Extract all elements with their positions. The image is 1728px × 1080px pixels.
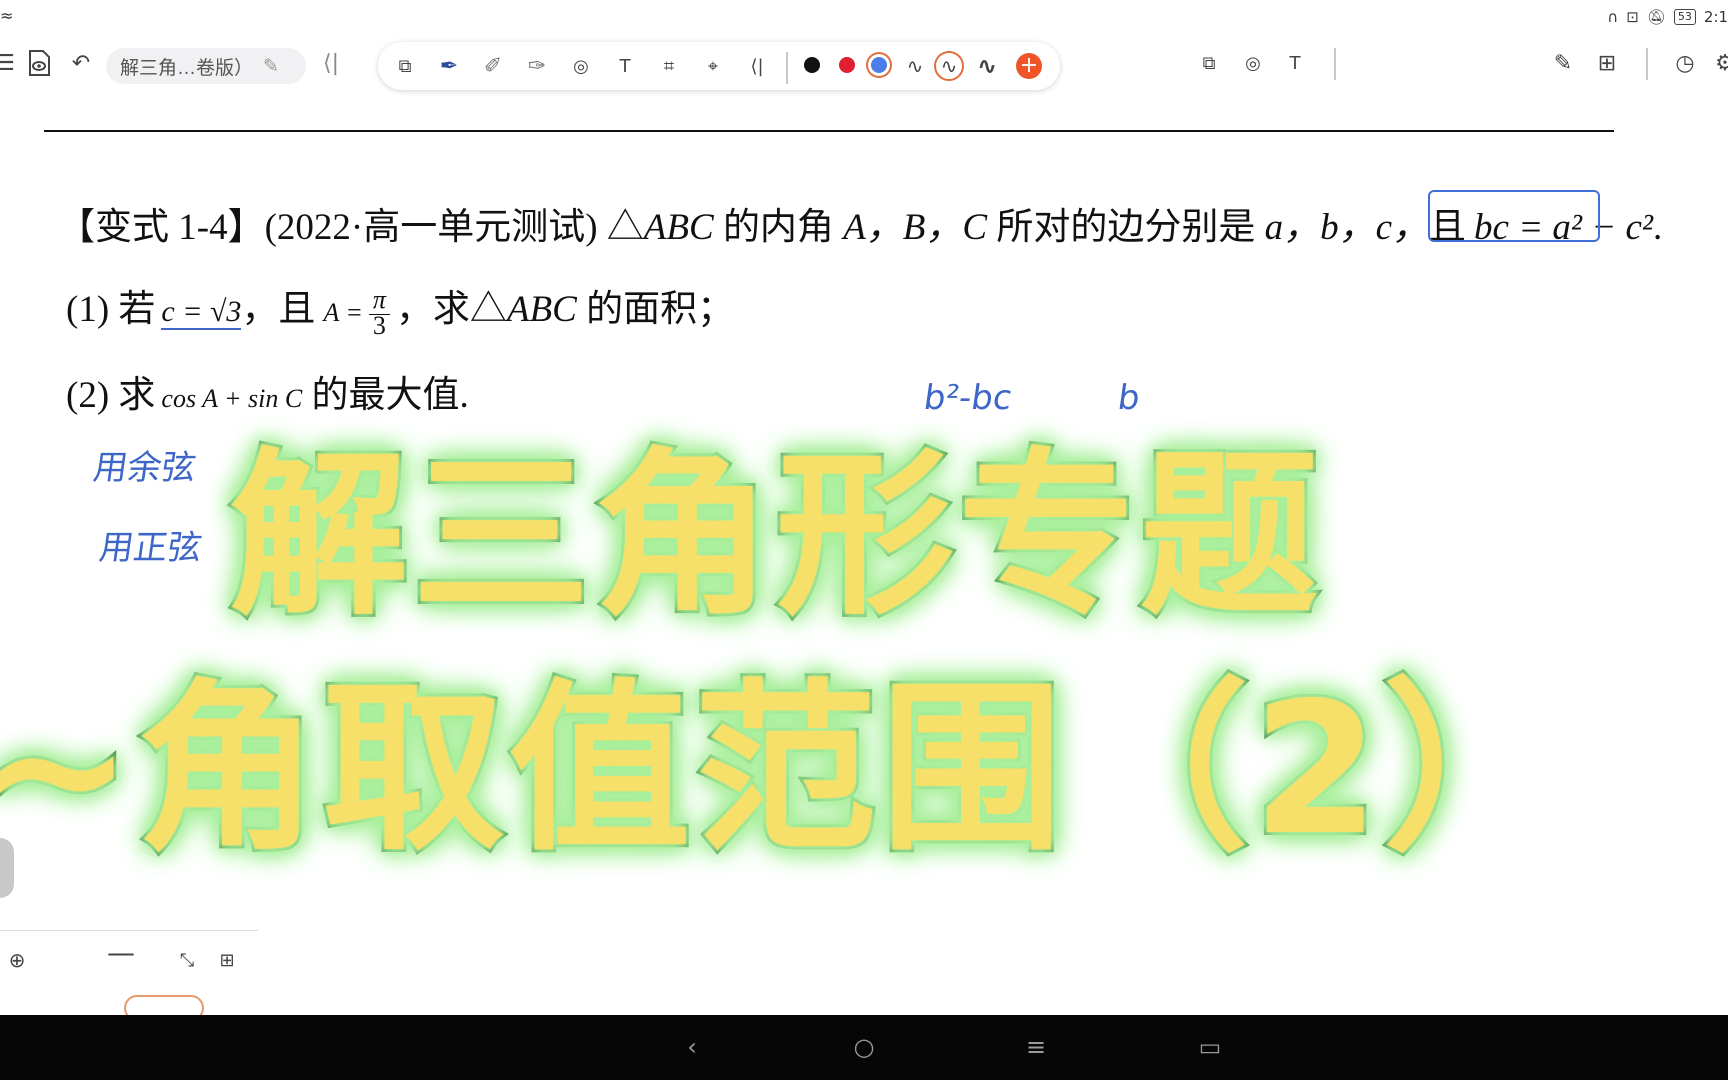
question-part-1: (1) 若c = √3，且 A = π 3 ，求△ABC 的面积； — [66, 278, 734, 339]
add-color-icon[interactable]: + — [1016, 53, 1042, 79]
document-top-rule — [44, 130, 1614, 132]
part1-triangle: ABC — [506, 289, 577, 330]
part1-end: 的面积； — [576, 289, 735, 330]
question-rest: 的内角 — [713, 207, 844, 248]
minimize-bar-icon[interactable]: — — [104, 935, 138, 969]
question-sides-text: 所对的边分别是 — [987, 207, 1265, 248]
equation-highlight-box[interactable] — [1428, 190, 1600, 242]
pi-over-3-fraction: π3 — [368, 284, 390, 340]
part2-prefix: (2) 求 — [66, 375, 156, 416]
headphones-icon: ∩ — [1607, 8, 1619, 26]
select-lasso-icon-2[interactable]: ⧉ — [1192, 46, 1226, 80]
color-red-swatch[interactable] — [839, 57, 855, 73]
handwritten-note-sine: 用正弦 — [96, 528, 205, 568]
zoom-in-icon[interactable]: ⊕ — [0, 943, 34, 977]
part1-suffix: ，求△ — [395, 289, 507, 330]
eraser-icon[interactable]: ◎ — [564, 49, 598, 83]
toolbar: ☰ ↶ 解三角…卷版） ✎ ⟨| ⧉ ✒ ✐ ✑ ◎ T ⌗ ⌖ ⟨| ∿ ∿ … — [0, 36, 1728, 92]
color-blue-swatch[interactable] — [871, 57, 887, 73]
nav-menu-button[interactable]: ≡ — [1018, 1029, 1054, 1065]
battery-level: 53 — [1673, 9, 1696, 25]
video-title-line-2: ~角取值范围（2） — [0, 660, 1570, 878]
clock-time: 2:1 — [1703, 8, 1728, 26]
question-period: . — [1652, 207, 1663, 248]
angle-names: A，B，C — [843, 207, 988, 248]
image-icon[interactable]: ⌗ — [652, 49, 686, 83]
nav-home-button[interactable]: ○ — [846, 1029, 882, 1065]
nav-back-button[interactable]: ‹ — [674, 1029, 710, 1065]
collapse-panel-icon[interactable]: ⟨| — [740, 49, 774, 83]
system-navigation-bar: ‹ ○ ≡ ▭ — [0, 1015, 1728, 1080]
part1-c-value: c = √3 — [161, 295, 242, 330]
question-header: 【变式 1-4】(2022·高一单元测试) △ — [58, 207, 644, 248]
page-mini-panel: ⊕ — ⤡ ⊞ — [0, 930, 258, 1021]
document-title-pill[interactable]: 解三角…卷版） ✎ — [106, 48, 306, 84]
laser-pointer-icon[interactable]: ⌖ — [696, 49, 730, 83]
nav-recents-button[interactable]: ▭ — [1192, 1029, 1228, 1065]
handwritten-note-cosine: 用余弦 — [90, 448, 199, 488]
history-clock-icon[interactable]: ◷ — [1668, 46, 1702, 80]
screenshot-icon: ⊡ — [1626, 8, 1639, 26]
part1-prefix: (1) 若 — [66, 289, 156, 330]
stroke-thin-icon[interactable]: ∿ — [898, 49, 932, 83]
shrink-icon[interactable]: ⤡ — [170, 943, 204, 977]
pencil-icon[interactable]: ✐ — [476, 49, 510, 83]
pen-settings-icon[interactable]: ✎ — [1546, 46, 1580, 80]
undo-icon[interactable]: ↶ — [64, 46, 98, 80]
toolbar-divider — [786, 52, 788, 84]
highlighter-icon[interactable]: ✑ — [520, 49, 554, 83]
floating-side-handle[interactable] — [0, 838, 14, 898]
wifi-icon: ≈ — [0, 6, 14, 25]
toolbar-divider-2 — [1334, 48, 1336, 80]
color-black-swatch[interactable] — [804, 57, 820, 73]
triangle-name: ABC — [643, 207, 714, 248]
add-page-icon[interactable]: ⊞ — [1590, 46, 1624, 80]
fountain-pen-icon[interactable]: ✒ — [432, 49, 466, 83]
grid-view-icon[interactable]: ⊞ — [210, 943, 244, 977]
part1-angle: A = — [323, 298, 363, 327]
pen-tools-panel: ⧉ ✒ ✐ ✑ ◎ T ⌗ ⌖ ⟨| ∿ ∿ ∿ + — [378, 42, 1060, 90]
mute-icon: 🔕︎ — [1646, 8, 1666, 26]
status-bar: ≈ ∩ ⊡ 🔕︎ 53 2:1 — [0, 0, 1728, 30]
settings-gear-icon[interactable]: ⚙ — [1708, 46, 1728, 80]
edit-title-icon[interactable]: ✎ — [263, 55, 279, 78]
side-names: a，b，c， — [1264, 207, 1430, 248]
view-mode-icon[interactable] — [22, 46, 56, 80]
document-title: 解三角…卷版） — [120, 57, 254, 79]
collapse-left-icon[interactable]: ⟨| — [314, 46, 348, 80]
fraction-denominator: 3 — [372, 310, 386, 340]
menu-icon[interactable]: ☰ — [0, 46, 22, 80]
question-statement: 【变式 1-4】(2022·高一单元测试) △ABC 的内角 A，B，C 所对的… — [58, 196, 1662, 250]
eraser-icon-2[interactable]: ◎ — [1236, 46, 1270, 80]
stroke-thick-icon[interactable]: ∿ — [970, 49, 1004, 83]
text-box-icon-2[interactable]: T — [1278, 46, 1312, 80]
select-lasso-icon[interactable]: ⧉ — [388, 49, 422, 83]
text-box-icon[interactable]: T — [608, 49, 642, 83]
toolbar-divider-3 — [1646, 48, 1648, 80]
stroke-medium-icon[interactable]: ∿ — [934, 51, 964, 81]
video-title-line-1: 解三角形专题 — [227, 429, 1322, 642]
part1-and: ，且 — [241, 289, 316, 330]
